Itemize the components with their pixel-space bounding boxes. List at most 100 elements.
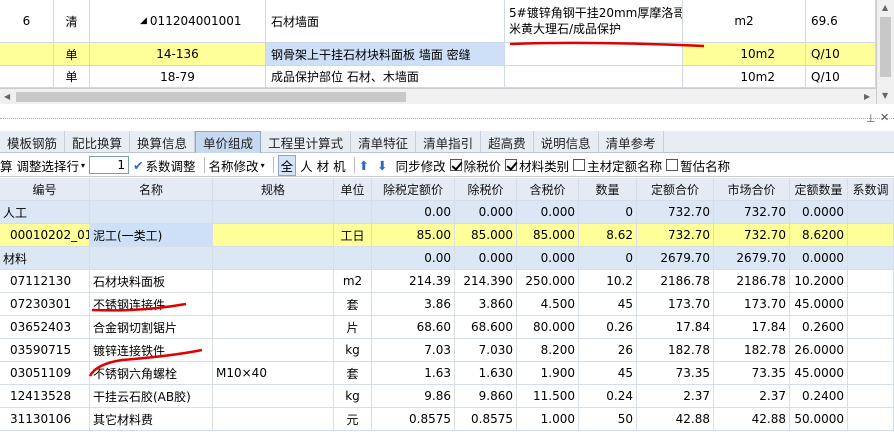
quota-total-cell[interactable]: 2186.78 xyxy=(637,270,714,293)
tax-excl-price-cell[interactable]: 68.600 xyxy=(455,316,517,339)
filter-machine-button[interactable]: 机 xyxy=(333,156,346,175)
col-header[interactable]: 数量 xyxy=(579,178,637,201)
move-down-icon[interactable]: ⬇ xyxy=(377,158,387,173)
quota-total-cell[interactable]: 2679.70 xyxy=(637,247,714,270)
coef-cell[interactable] xyxy=(848,293,894,316)
tax-excl-price-cell[interactable]: 3.860 xyxy=(455,293,517,316)
tax-incl-price-cell[interactable]: 0.000 xyxy=(517,247,579,270)
qty-cell[interactable]: 45 xyxy=(579,362,637,385)
table-row[interactable]: 07112130 石材块料面板 m2 214.39 214.390 250.000 10.2… xyxy=(0,270,894,293)
qty-cell[interactable]: 8.62 xyxy=(579,224,637,247)
sync-modify-button[interactable]: 同步修改 xyxy=(396,156,446,175)
tab-list-guide[interactable]: 清单指引 xyxy=(416,131,482,153)
col-header[interactable]: 除税价 xyxy=(455,178,517,201)
temp-name-checkbox[interactable]: 暂估名称 xyxy=(666,156,730,175)
code-cell[interactable]: 12413528 xyxy=(0,385,90,408)
tax-excl-quota-price-cell[interactable]: 9.86 xyxy=(372,385,455,408)
coef-cell[interactable] xyxy=(848,316,894,339)
quota-qty-cell[interactable]: 50.0000 xyxy=(790,408,848,431)
exclude-tax-checkbox[interactable]: 除税价 xyxy=(449,156,501,175)
coef-cell[interactable] xyxy=(848,224,894,247)
unit-cell[interactable] xyxy=(334,247,372,270)
splitter[interactable] xyxy=(0,104,894,129)
table-row[interactable]: 03590715 镀锌连接铁件 kg 7.03 7.030 8.200 26 182.78 18… xyxy=(0,339,894,362)
filter-material-button[interactable]: 材 xyxy=(317,156,330,175)
vertical-scrollbar[interactable]: ▲ ▼ xyxy=(876,0,894,104)
tab-mix-conversion[interactable]: 配比换算 xyxy=(65,131,131,153)
name-cell[interactable]: 石材块料面板 xyxy=(90,270,213,293)
horizontal-scrollbar[interactable]: ◀ ▶ xyxy=(0,88,876,104)
coef-cell[interactable] xyxy=(848,270,894,293)
quota-total-cell[interactable]: 42.88 xyxy=(637,408,714,431)
coef-cell[interactable] xyxy=(848,362,894,385)
tax-excl-quota-price-cell[interactable]: 0.00 xyxy=(372,247,455,270)
col-header[interactable]: 规格 xyxy=(213,178,334,201)
tab-unit-price[interactable]: 单价组成 xyxy=(195,131,262,153)
coef-adjust-button[interactable]: ✔ 系数调整 xyxy=(133,156,196,175)
coef-cell[interactable] xyxy=(848,385,894,408)
tax-incl-price-cell[interactable]: 1.000 xyxy=(517,408,579,431)
code-cell[interactable]: ◢ 011204001001 xyxy=(90,0,266,43)
quota-total-cell[interactable]: 2.37 xyxy=(637,385,714,408)
quota-qty-cell[interactable]: 45.0000 xyxy=(790,362,848,385)
code-cell[interactable]: 03051109 xyxy=(0,362,90,385)
col-header[interactable]: 名称 xyxy=(90,178,213,201)
tax-excl-quota-price-cell[interactable]: 3.86 xyxy=(372,293,455,316)
col-header[interactable]: 单位 xyxy=(334,178,372,201)
filter-all-button[interactable]: 全 xyxy=(277,154,297,176)
tax-incl-price-cell[interactable]: 250.000 xyxy=(517,270,579,293)
move-up-icon[interactable]: ⬆ xyxy=(359,158,369,173)
tax-excl-quota-price-cell[interactable]: 0.00 xyxy=(372,201,455,224)
unit-cell[interactable]: 片 xyxy=(334,316,372,339)
code-cell[interactable]: 材料 xyxy=(0,247,90,270)
qty-cell[interactable]: 0.24 xyxy=(579,385,637,408)
tax-incl-price-cell[interactable]: 1.900 xyxy=(517,362,579,385)
scroll-down-icon[interactable]: ▼ xyxy=(882,91,888,100)
unit-cell[interactable]: 元 xyxy=(334,408,372,431)
col-header[interactable]: 定额数量 xyxy=(790,178,848,201)
quota-total-cell[interactable]: 73.35 xyxy=(637,362,714,385)
quota-qty-cell[interactable]: 45.0000 xyxy=(790,293,848,316)
market-total-cell[interactable]: 42.88 xyxy=(714,408,790,431)
spec-cell[interactable] xyxy=(213,408,334,431)
scroll-left-icon[interactable]: ◀ xyxy=(4,92,10,101)
col-header[interactable]: 系数调 xyxy=(848,178,894,201)
table-row[interactable]: 31130106 其它材料费元 0.8575 0.8575 1.000 50 42.88 42… xyxy=(0,408,894,431)
tab-quantity-formula[interactable]: 工程里计算式 xyxy=(261,131,352,153)
qty-cell[interactable]: 50 xyxy=(579,408,637,431)
qty-cell[interactable]: 0.26 xyxy=(579,316,637,339)
name-cell[interactable]: 不锈钢连接件 xyxy=(90,293,213,316)
quota-qty-cell[interactable]: 0.0000 xyxy=(790,247,848,270)
qty-cell[interactable]: 0 xyxy=(579,201,637,224)
table-row[interactable]: 00010202_01 泥工(一类工) 工日 85.00 85.000 85.000 8.6… xyxy=(0,224,894,247)
unit-cell[interactable]: 套 xyxy=(334,293,372,316)
main-material-name-checkbox[interactable]: 主材定额名称 xyxy=(573,156,662,175)
quota-qty-cell[interactable]: 0.2600 xyxy=(790,316,848,339)
tax-excl-price-cell[interactable]: 9.860 xyxy=(455,385,517,408)
name-cell[interactable]: 合金钢切割锯片 xyxy=(90,316,213,339)
qty-cell[interactable]: 0 xyxy=(579,247,637,270)
qty-cell[interactable]: 26 xyxy=(579,339,637,362)
market-total-cell[interactable]: 2679.70 xyxy=(714,247,790,270)
quota-total-cell[interactable]: 173.70 xyxy=(637,293,714,316)
market-total-cell[interactable]: 732.70 xyxy=(714,201,790,224)
tax-excl-price-cell[interactable]: 0.8575 xyxy=(455,408,517,431)
tax-excl-price-cell[interactable]: 0.000 xyxy=(455,247,517,270)
col-header[interactable]: 含税价 xyxy=(517,178,579,201)
unit-cell[interactable]: 工日 xyxy=(334,224,372,247)
code-cell[interactable]: 人工 xyxy=(0,201,90,224)
tax-incl-price-cell[interactable]: 85.000 xyxy=(517,224,579,247)
tax-excl-quota-price-cell[interactable]: 1.63 xyxy=(372,362,455,385)
table-row[interactable]: 人工 0.00 0.000 0.000 0 732.70 732.70 0.0000 xyxy=(0,201,894,224)
quota-total-cell[interactable]: 732.70 xyxy=(637,224,714,247)
tab-list-reference[interactable]: 清单参考 xyxy=(599,131,664,153)
spec-cell[interactable] xyxy=(213,339,334,362)
quota-qty-cell[interactable]: 26.0000 xyxy=(790,339,848,362)
market-total-cell[interactable]: 73.35 xyxy=(714,362,790,385)
name-cell[interactable]: 镀锌连接铁件 xyxy=(90,339,213,362)
name-cell[interactable]: 钢骨架上干挂石材块料面板 墙面 密缝 xyxy=(266,43,505,66)
quota-qty-cell[interactable]: 0.2400 xyxy=(790,385,848,408)
unit-cell[interactable]: 套 xyxy=(334,362,372,385)
tax-incl-price-cell[interactable]: 80.000 xyxy=(517,316,579,339)
scroll-up-icon[interactable]: ▲ xyxy=(882,3,888,12)
